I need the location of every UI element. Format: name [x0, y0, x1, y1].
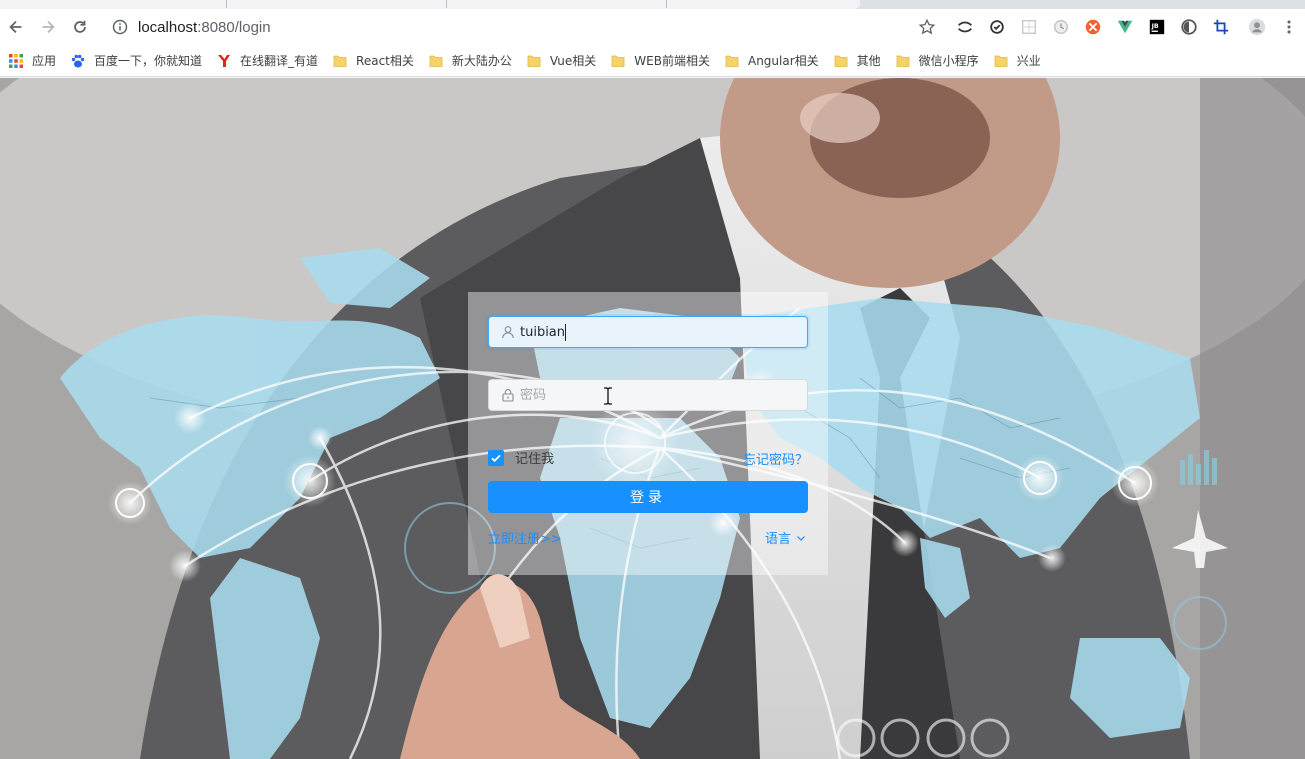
bookmarks-bar: 应用 百度一下，你就知道 在线翻译_有道 React相关 新大陆办公 Vue相关…	[0, 45, 1305, 77]
password-field[interactable]	[488, 379, 808, 411]
youdao-icon	[216, 53, 232, 69]
chevron-down-icon	[797, 535, 805, 541]
bookmark-label: React相关	[356, 54, 414, 68]
bookmark-folder-other[interactable]: 其他	[833, 49, 889, 73]
folder-icon	[833, 53, 849, 69]
site-info-icon[interactable]	[112, 19, 128, 35]
browser-menu-button[interactable]	[1273, 9, 1305, 45]
bookmark-folder-xingye[interactable]: 兴业	[993, 49, 1049, 73]
bookmark-folder-vue[interactable]: Vue相关	[526, 49, 604, 73]
crop-extension-button[interactable]	[1205, 9, 1237, 45]
baidu-paw-icon	[70, 53, 86, 69]
profile-avatar-icon	[1248, 18, 1266, 36]
url-host: localhost	[138, 18, 198, 36]
lock-icon	[501, 388, 515, 402]
remember-me[interactable]: 记住我	[488, 448, 554, 467]
back-button[interactable]	[4, 15, 28, 39]
bookmark-apps[interactable]: 应用	[8, 49, 64, 73]
url-text: localhost:8080/login	[138, 19, 271, 36]
remember-checkbox[interactable]	[488, 449, 504, 466]
language-dropdown[interactable]: 语言	[765, 528, 806, 547]
dark-mode-extension-button[interactable]	[1173, 9, 1205, 45]
bookmark-folder-xindalu[interactable]: 新大陆办公	[428, 49, 520, 73]
apps-grid-icon	[8, 53, 24, 69]
bookmark-label: 兴业	[1016, 54, 1041, 68]
bookmark-label: 应用	[32, 54, 57, 68]
folder-icon	[895, 53, 911, 69]
bookmark-label: Vue相关	[549, 54, 597, 68]
jb-extension-button[interactable]: JB	[1141, 9, 1173, 45]
forgot-password-link[interactable]: 忘记密码？	[743, 449, 808, 468]
orange-extension-icon	[1085, 19, 1101, 35]
browser-toolbar: localhost:8080/login JB	[0, 9, 1305, 45]
crop-icon	[1213, 19, 1229, 35]
forward-button[interactable]	[36, 15, 60, 39]
checkmark-icon	[491, 454, 501, 462]
jetbrains-icon: JB	[1149, 19, 1165, 35]
extension-orange-button[interactable]	[1077, 9, 1109, 45]
user-icon	[501, 325, 515, 339]
forward-arrow-icon	[42, 20, 55, 34]
svg-text:JB: JB	[1151, 23, 1159, 30]
text-cursor-icon	[604, 387, 612, 405]
reload-button[interactable]	[68, 15, 92, 39]
bookmark-folder-react[interactable]: React相关	[332, 49, 422, 73]
reload-icon	[74, 20, 86, 33]
tab-separator	[666, 0, 667, 8]
more-vertical-icon	[1287, 20, 1291, 34]
bookmark-youdao[interactable]: 在线翻译_有道	[216, 49, 326, 73]
bookmark-label: 百度一下，你就知道	[94, 54, 203, 68]
bookmark-folder-web[interactable]: WEB前端相关	[610, 49, 718, 73]
extension-clock-button[interactable]	[1045, 9, 1077, 45]
register-link[interactable]: 立即注册>>	[488, 528, 562, 547]
moon-icon	[1181, 19, 1197, 35]
sync-icon	[990, 20, 1004, 34]
vue-devtools-button[interactable]	[1109, 9, 1141, 45]
star-outline-icon	[918, 18, 936, 35]
tab-separator	[446, 0, 447, 8]
bookmark-label: 在线翻译_有道	[240, 54, 319, 68]
username-field[interactable]	[488, 316, 808, 348]
bookmark-folder-wechat-miniprogram[interactable]: 微信小程序	[895, 49, 987, 73]
folder-icon	[332, 53, 348, 69]
bookmark-folder-angular[interactable]: Angular相关	[724, 49, 827, 73]
address-bar[interactable]: localhost:8080/login	[106, 13, 886, 41]
url-path: :8080/login	[197, 18, 271, 36]
active-tab[interactable]	[0, 0, 860, 9]
bookmark-star-button[interactable]	[911, 9, 943, 45]
login-button[interactable]: 登录	[488, 481, 808, 513]
grid-extension-icon	[1022, 20, 1036, 34]
back-arrow-icon	[9, 20, 22, 34]
folder-icon	[526, 53, 542, 69]
extension-swirl-icon	[958, 21, 972, 33]
bookmark-label: 其他	[856, 54, 881, 68]
bookmark-label: 新大陆办公	[451, 54, 512, 68]
profile-button[interactable]	[1241, 9, 1273, 45]
remember-label: 记住我	[515, 452, 555, 467]
extension-grid-button[interactable]	[1013, 9, 1045, 45]
vue-logo-icon	[1117, 20, 1133, 34]
extension-mode-button[interactable]	[949, 9, 981, 45]
bookmark-label: 微信小程序	[918, 54, 979, 68]
text-caret	[565, 323, 566, 341]
language-label: 语言	[764, 532, 791, 547]
extensions-area: JB	[911, 9, 1305, 45]
bookmark-label: Angular相关	[747, 54, 819, 68]
folder-icon	[428, 53, 444, 69]
bookmark-baidu[interactable]: 百度一下，你就知道	[70, 49, 210, 73]
folder-icon	[610, 53, 626, 69]
folder-icon	[724, 53, 740, 69]
password-input[interactable]	[520, 381, 800, 409]
bookmark-label: WEB前端相关	[634, 54, 710, 68]
clock-extension-icon	[1054, 20, 1068, 34]
tab-separator	[226, 0, 227, 8]
login-page: 记住我 忘记密码？ 登录 立即注册>> 语言	[0, 78, 1305, 759]
folder-icon	[993, 53, 1009, 69]
extension-sync-button[interactable]	[981, 9, 1013, 45]
username-input[interactable]	[520, 318, 566, 346]
login-form: 记住我 忘记密码？ 登录 立即注册>> 语言	[468, 292, 828, 575]
tab-strip	[0, 0, 1305, 9]
